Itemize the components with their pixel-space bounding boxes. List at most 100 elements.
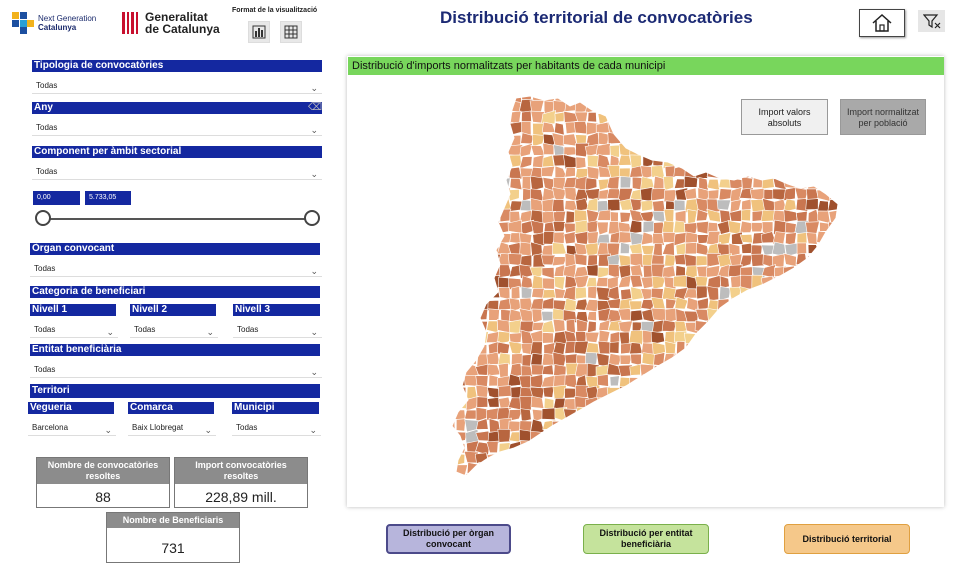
municipality-region[interactable]: [521, 110, 532, 123]
municipality-region[interactable]: [695, 98, 708, 112]
municipality-region[interactable]: [552, 439, 568, 455]
municipality-region[interactable]: [807, 275, 820, 290]
municipality-region[interactable]: [728, 428, 742, 442]
municipality-region[interactable]: [651, 472, 666, 487]
municipality-region[interactable]: [573, 89, 589, 102]
municipality-region[interactable]: [805, 363, 819, 379]
municipality-region[interactable]: [475, 430, 491, 442]
municipality-region[interactable]: [707, 340, 719, 357]
municipality-region[interactable]: [596, 474, 611, 488]
municipality-region[interactable]: [640, 99, 655, 115]
municipality-region[interactable]: [652, 417, 667, 433]
municipality-region[interactable]: [486, 396, 500, 408]
municipality-region[interactable]: [444, 166, 456, 180]
municipality-region[interactable]: [830, 230, 840, 244]
municipality-region[interactable]: [708, 440, 722, 453]
municipality-region[interactable]: [598, 131, 610, 146]
municipality-region[interactable]: [444, 330, 455, 344]
municipality-region[interactable]: [817, 308, 832, 320]
municipality-region[interactable]: [784, 276, 798, 290]
municipality-region[interactable]: [841, 332, 851, 344]
municipality-region[interactable]: [818, 462, 831, 476]
municipality-region[interactable]: [464, 99, 479, 112]
municipality-region[interactable]: [718, 88, 730, 103]
municipality-region[interactable]: [750, 299, 765, 311]
municipality-region[interactable]: [463, 209, 476, 224]
municipality-region[interactable]: [695, 453, 709, 463]
municipality-region[interactable]: [487, 154, 502, 168]
municipality-region[interactable]: [827, 275, 840, 288]
municipality-region[interactable]: [442, 439, 457, 454]
municipality-region[interactable]: [455, 352, 467, 368]
municipality-region[interactable]: [772, 374, 785, 387]
municipality-region[interactable]: [529, 341, 543, 356]
municipality-region[interactable]: [497, 429, 511, 443]
municipality-region[interactable]: [804, 266, 817, 278]
municipality-region[interactable]: [783, 374, 798, 388]
component-dropdown[interactable]: Todas ⌄: [32, 164, 322, 180]
municipality-region[interactable]: [640, 420, 653, 433]
municipality-region[interactable]: [650, 375, 667, 390]
municipality-region[interactable]: [453, 132, 467, 147]
municipality-region[interactable]: [585, 430, 600, 443]
municipality-region[interactable]: [444, 463, 456, 476]
municipality-region[interactable]: [687, 209, 698, 224]
municipality-region[interactable]: [826, 176, 841, 192]
municipality-region[interactable]: [751, 156, 764, 168]
municipality-region[interactable]: [783, 396, 798, 410]
municipality-region[interactable]: [487, 165, 502, 181]
municipality-region[interactable]: [761, 142, 777, 156]
municipality-region[interactable]: [728, 451, 744, 466]
municipality-region[interactable]: [563, 89, 579, 103]
municipality-region[interactable]: [609, 375, 620, 387]
municipality-region[interactable]: [533, 440, 545, 453]
municipality-region[interactable]: [475, 100, 491, 111]
municipality-region[interactable]: [818, 178, 831, 190]
municipality-region[interactable]: [828, 342, 841, 354]
municipality-region[interactable]: [761, 341, 775, 354]
municipality-region[interactable]: [683, 109, 700, 122]
municipality-region[interactable]: [607, 418, 620, 431]
municipality-region[interactable]: [541, 310, 555, 322]
municipality-region[interactable]: [695, 255, 709, 267]
municipality-region[interactable]: [443, 220, 458, 234]
municipality-region[interactable]: [817, 243, 832, 255]
municipality-region[interactable]: [815, 298, 830, 310]
municipality-region[interactable]: [443, 231, 457, 244]
municipality-region[interactable]: [541, 297, 556, 310]
municipality-region[interactable]: [475, 297, 490, 311]
vegueria-dropdown[interactable]: Barcelona ⌄: [28, 420, 116, 436]
municipality-region[interactable]: [706, 178, 721, 191]
municipality-region[interactable]: [665, 134, 678, 147]
municipality-region[interactable]: [684, 419, 700, 431]
municipality-region[interactable]: [696, 220, 710, 235]
municipality-region[interactable]: [650, 99, 667, 114]
municipality-region[interactable]: [642, 395, 656, 410]
municipality-region[interactable]: [674, 112, 689, 124]
municipality-region[interactable]: [475, 187, 490, 199]
municipality-region[interactable]: [817, 264, 830, 277]
municipality-region[interactable]: [695, 440, 708, 455]
municipality-region[interactable]: [564, 464, 578, 476]
municipality-region[interactable]: [442, 142, 456, 157]
municipality-region[interactable]: [673, 399, 686, 410]
municipality-region[interactable]: [465, 286, 477, 302]
municipality-region[interactable]: [529, 99, 545, 113]
municipality-region[interactable]: [706, 375, 720, 388]
municipality-region[interactable]: [532, 154, 545, 169]
municipality-region[interactable]: [554, 111, 565, 123]
municipality-region[interactable]: [837, 187, 850, 202]
municipality-region[interactable]: [783, 363, 798, 377]
municipality-region[interactable]: [619, 354, 633, 365]
municipality-region[interactable]: [695, 91, 708, 104]
municipality-region[interactable]: [553, 364, 567, 377]
municipality-region[interactable]: [772, 354, 788, 366]
municipality-region[interactable]: [730, 408, 743, 422]
municipality-region[interactable]: [718, 473, 732, 487]
municipality-region[interactable]: [665, 472, 677, 485]
municipality-region[interactable]: [840, 222, 852, 233]
municipality-region[interactable]: [716, 384, 731, 400]
municipality-region[interactable]: [463, 164, 479, 177]
municipality-region[interactable]: [763, 429, 776, 443]
municipality-region[interactable]: [520, 132, 535, 145]
